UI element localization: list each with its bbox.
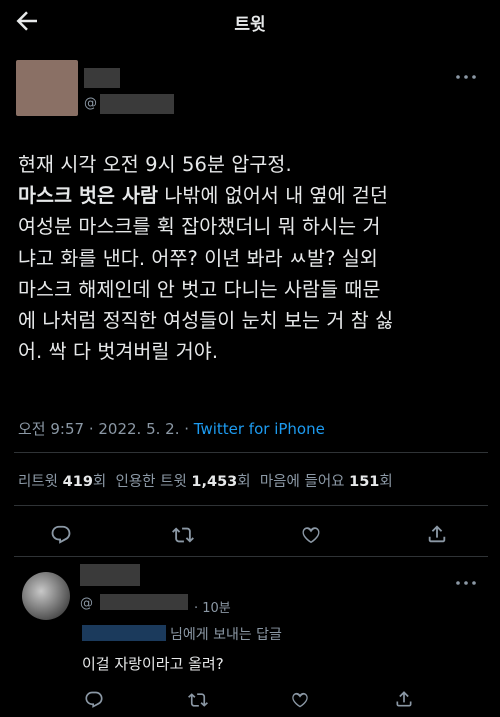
tweet-stats: 리트윗 419회 인용한 트윗 1,453회 마음에 들어요 151회 [18, 470, 393, 491]
retweets-label[interactable]: 리트윗 [18, 474, 58, 490]
divider [14, 556, 488, 557]
share-icon[interactable] [426, 523, 448, 545]
avatar[interactable] [16, 60, 78, 116]
handle-prefix: @ [84, 96, 97, 111]
quotes-unit: 회 [237, 474, 251, 490]
page-title: 트윗 [234, 15, 266, 35]
tweet-actions [0, 520, 500, 550]
divider [14, 452, 488, 453]
tweet-text-line1: 현재 시각 오전 9시 56분 압구정. [18, 153, 292, 176]
reply-display-name-redacted[interactable] [80, 564, 140, 586]
divider [14, 505, 488, 506]
retweet-icon[interactable] [172, 524, 194, 546]
share-icon[interactable] [394, 689, 414, 709]
quotes-label[interactable]: 인용한 트윗 [115, 474, 186, 490]
display-name-redacted[interactable] [84, 68, 120, 88]
heart-icon[interactable] [290, 690, 310, 710]
retweets-count[interactable]: 419 [63, 474, 93, 490]
tweet-text-body: 여성분 마스크를 휙 잡아챘더니 뭐 하시는 거 냐고 화를 낸다. 어쭈? 이… [18, 215, 394, 364]
tweet-meta: 오전 9:57 · 2022. 5. 2. · Twitter for iPho… [18, 418, 325, 439]
quotes-count[interactable]: 1,453 [191, 474, 237, 490]
reply-handle-redacted[interactable] [100, 594, 188, 610]
retweet-icon[interactable] [188, 690, 208, 710]
reply-icon[interactable] [84, 690, 104, 710]
reply-actions [0, 688, 500, 716]
tweet-text-line2-rest: 나밖에 없어서 내 옆에 걷던 [158, 184, 388, 208]
reply-time: · 10분 [194, 601, 231, 616]
reply-text: 이걸 자랑이라고 올려? [82, 655, 224, 673]
likes-count[interactable]: 151 [349, 474, 379, 490]
reply-to-label: 님에게 보내는 답글 [170, 627, 282, 643]
reply-to-handle-redacted[interactable] [82, 625, 166, 641]
timestamp[interactable]: 오전 9:57 · 2022. 5. 2. · [18, 420, 194, 438]
source-link[interactable]: Twitter for iPhone [194, 420, 325, 438]
more-icon[interactable] [454, 70, 478, 84]
top-bar: 트윗 [0, 0, 500, 46]
tweet-text: 현재 시각 오전 9시 56분 압구정. 마스크 벗은 사람 나밖에 없어서 내… [18, 149, 488, 367]
reply-handle-prefix: @ [80, 596, 93, 611]
more-icon[interactable] [454, 576, 478, 590]
reply-icon[interactable] [50, 524, 72, 546]
reply-avatar[interactable] [22, 572, 70, 620]
heart-icon[interactable] [300, 524, 322, 546]
tweet-text-bold: 마스크 벗은 사람 [18, 184, 159, 208]
likes-unit: 회 [379, 474, 393, 490]
retweets-unit: 회 [92, 474, 107, 490]
likes-label[interactable]: 마음에 들어요 [260, 474, 345, 490]
handle-redacted[interactable] [100, 94, 174, 114]
